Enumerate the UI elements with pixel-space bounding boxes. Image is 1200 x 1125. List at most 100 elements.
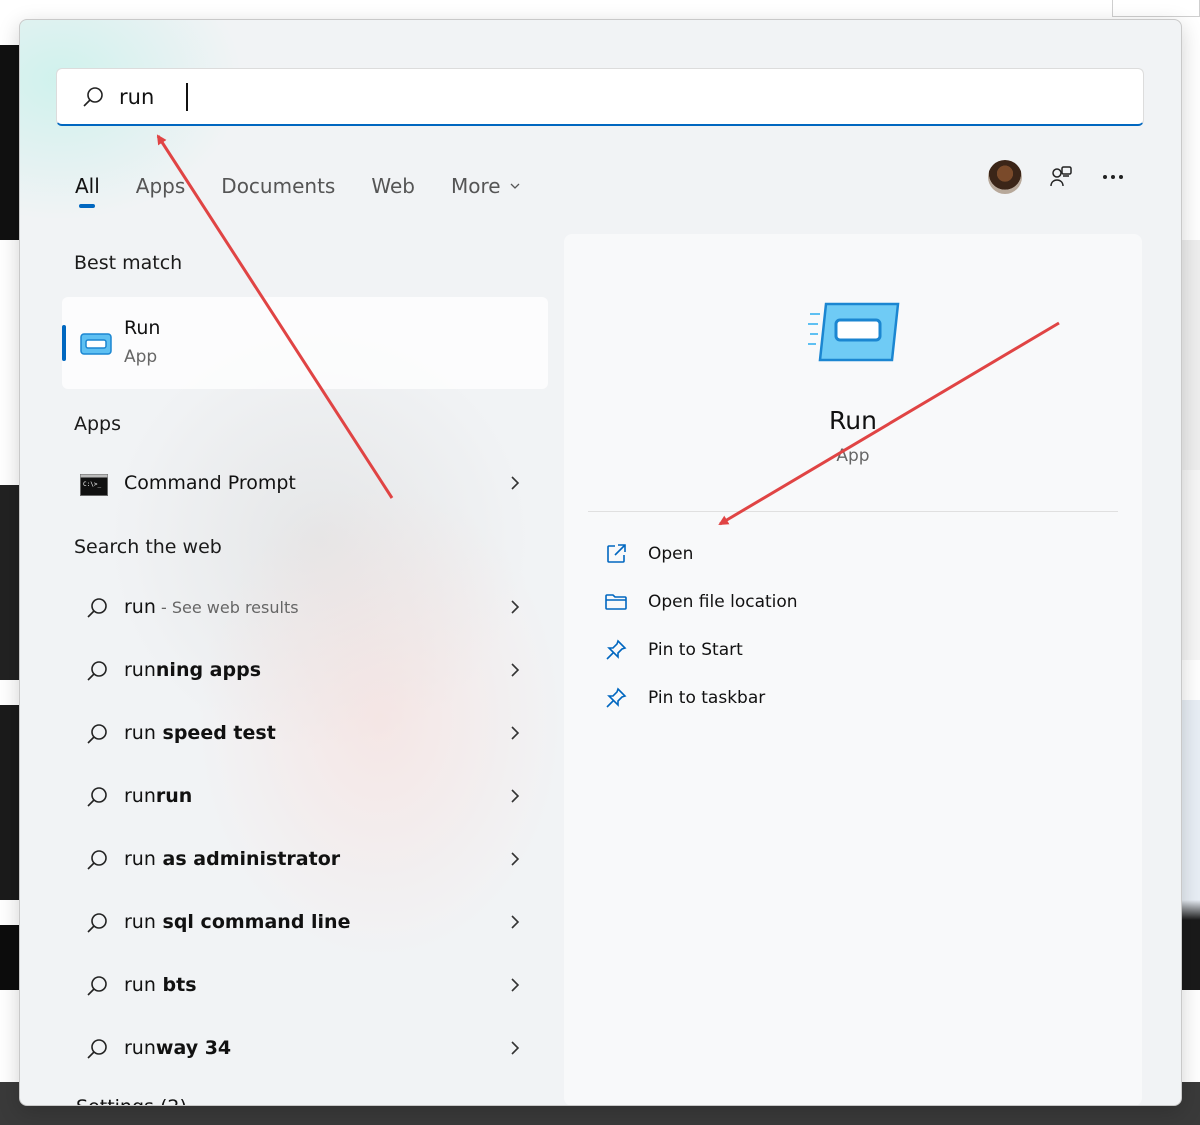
start-search-panel: All Apps Documents Web More Best match R…: [19, 19, 1182, 1106]
list-item-label: runway 34: [124, 1037, 231, 1059]
chevron-right-icon: [511, 852, 520, 866]
more-options-icon[interactable]: [1098, 162, 1128, 192]
search-box[interactable]: [56, 68, 1144, 126]
search-icon: [87, 850, 107, 870]
open-external-icon: [607, 544, 626, 563]
query-text: run: [124, 596, 156, 618]
pin-icon: [606, 639, 627, 660]
search-icon: [87, 724, 107, 744]
app-command-prompt[interactable]: C:\>_ Command Prompt: [62, 456, 548, 512]
list-item-label: Command Prompt: [124, 472, 296, 494]
detail-subtitle: App: [836, 446, 870, 466]
chevron-right-icon: [511, 663, 520, 677]
best-match-type: App: [124, 347, 158, 367]
chevron-right-icon: [511, 789, 520, 803]
top-actions: [988, 160, 1150, 194]
search-input[interactable]: [119, 79, 1019, 115]
tab-label: Documents: [221, 174, 336, 198]
query-text: run: [124, 911, 156, 933]
action-label: Open: [648, 544, 694, 564]
section-apps: Apps: [74, 413, 122, 435]
chevron-down-icon: [510, 183, 520, 189]
tab-more[interactable]: More: [451, 166, 521, 206]
suggestion-completion: run: [155, 785, 193, 807]
chevron-right-icon: [511, 476, 520, 490]
web-result-run-speed-test[interactable]: run speed test: [62, 706, 548, 762]
tab-label: Web: [371, 174, 415, 198]
query-text: run: [124, 1037, 156, 1059]
list-item-label: run sql command line: [124, 911, 350, 933]
chevron-right-icon: [511, 600, 520, 614]
best-match-name: Run: [124, 317, 161, 339]
web-result-runrun[interactable]: runrun: [62, 769, 548, 825]
query-text: run: [124, 722, 156, 744]
suggestion-completion: as administrator: [155, 848, 341, 870]
section-best-match: Best match: [74, 252, 183, 274]
suggestion-completion: way 34: [155, 1037, 232, 1059]
filter-tabs: All Apps Documents Web More: [75, 166, 557, 208]
switch-account-icon[interactable]: [1046, 162, 1076, 192]
section-search-the-web: Search the web: [74, 536, 222, 558]
web-result-running-apps[interactable]: running apps: [62, 643, 548, 699]
tab-label: All: [75, 174, 100, 198]
web-result-run-as-administrator[interactable]: run as administrator: [62, 832, 548, 888]
tab-all[interactable]: All: [75, 166, 100, 208]
action-label: Pin to taskbar: [648, 688, 766, 708]
chevron-right-icon: [511, 726, 520, 740]
divider: [588, 511, 1118, 512]
tab-web[interactable]: Web: [371, 166, 415, 206]
command-prompt-icon: C:\>_: [80, 474, 108, 496]
suggestion-completion: speed test: [155, 722, 276, 744]
section-settings-cutoff: Settings (2): [76, 1096, 187, 1105]
query-text: run: [124, 785, 156, 807]
action-label: Open file location: [648, 592, 798, 612]
web-result-run[interactable]: run - See web results: [62, 580, 548, 636]
action-label: Pin to Start: [648, 640, 743, 660]
suggestion-completion: bts: [155, 974, 197, 996]
query-text: run: [124, 974, 156, 996]
suggestion-completion: sql command line: [155, 911, 351, 933]
tab-documents[interactable]: Documents: [221, 166, 335, 206]
background-window-edge: [1112, 0, 1200, 17]
avatar[interactable]: [988, 160, 1022, 194]
list-item-label: run as administrator: [124, 848, 340, 870]
desktop-background-left: [0, 0, 20, 1125]
list-item-label: run - See web results: [124, 596, 299, 618]
action-open[interactable]: Open: [604, 534, 1004, 574]
tab-label: Apps: [135, 174, 186, 198]
action-pin-to-start[interactable]: Pin to Start: [604, 630, 1004, 670]
detail-pane: Run App Open Open file location Pin to S…: [564, 234, 1142, 1105]
search-icon: [87, 976, 107, 996]
search-icon: [87, 661, 107, 681]
detail-title: Run: [829, 406, 877, 435]
search-icon: [87, 913, 107, 933]
suggestion-completion: ning apps: [155, 659, 262, 681]
run-app-icon: [80, 333, 112, 355]
folder-icon: [605, 594, 627, 610]
list-item-label: run speed test: [124, 722, 276, 744]
web-result-runway-34[interactable]: runway 34: [62, 1021, 548, 1077]
search-icon: [83, 87, 103, 107]
best-match-run[interactable]: Run App: [62, 297, 548, 389]
search-icon: [87, 1039, 107, 1059]
chevron-right-icon: [511, 915, 520, 929]
query-text: run: [124, 848, 156, 870]
action-open-file-location[interactable]: Open file location: [604, 582, 1004, 622]
query-text: run: [124, 659, 156, 681]
run-app-icon: [808, 302, 900, 362]
pin-icon: [606, 687, 627, 708]
svg-text:C:\>_: C:\>_: [83, 481, 101, 488]
list-item-label: run bts: [124, 974, 197, 996]
list-item-label: running apps: [124, 659, 261, 681]
search-icon: [87, 787, 107, 807]
tab-label: More: [450, 174, 501, 198]
tab-apps[interactable]: Apps: [136, 166, 186, 206]
search-icon: [87, 598, 107, 618]
chevron-right-icon: [511, 1041, 520, 1055]
see-web-results-text: - See web results: [155, 598, 299, 617]
web-result-run-bts[interactable]: run bts: [62, 958, 548, 1014]
action-pin-to-taskbar[interactable]: Pin to taskbar: [604, 678, 1004, 718]
chevron-right-icon: [511, 978, 520, 992]
text-caret: [186, 83, 188, 111]
web-result-run-sql-command-line[interactable]: run sql command line: [62, 895, 548, 951]
